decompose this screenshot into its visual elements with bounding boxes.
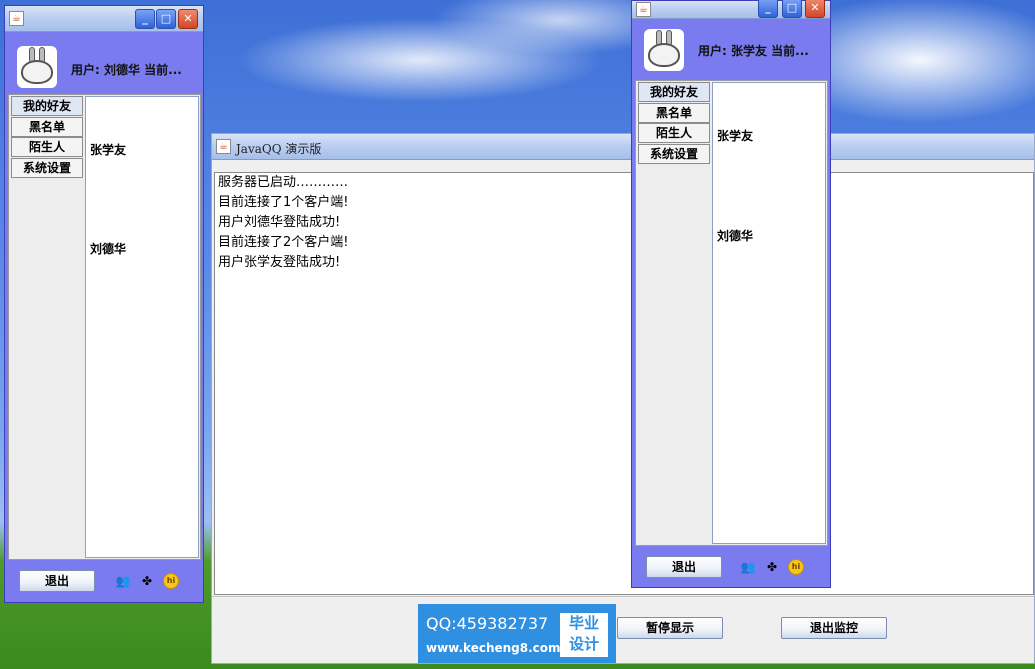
java-icon: ☕ (216, 139, 231, 154)
tab-blacklist[interactable]: 黑名单 (11, 117, 83, 137)
friend-list[interactable]: 张学友 刘德华 (85, 96, 199, 558)
tab-strangers[interactable]: 陌生人 (11, 137, 83, 157)
friend-item[interactable]: 刘德华 (717, 227, 753, 244)
log-line: 目前连接了1个客户端! (218, 195, 349, 210)
window-title: JavaQQ 演示版 (236, 142, 322, 156)
client-window-right: ☕ _ □ ✕ 用户: 张学友 当前... 我的好友 黑名单 陌生人 系统设置 … (631, 0, 831, 588)
puzzle-icon[interactable]: ✤ (764, 559, 780, 575)
puzzle-icon[interactable]: ✤ (139, 573, 155, 589)
client-titlebar[interactable]: ☕ _ □ ✕ (5, 6, 203, 32)
tab-panel: 我的好友 黑名单 陌生人 系统设置 张学友 刘德华 (635, 80, 828, 546)
badge-line: 毕业 (568, 614, 599, 632)
hi-icon[interactable]: hi (163, 573, 179, 589)
avatar (17, 46, 57, 88)
exit-button[interactable]: 退出 (19, 570, 95, 592)
close-button[interactable]: ✕ (178, 9, 198, 29)
log-line: 用户张学友登陆成功! (218, 255, 341, 270)
close-button[interactable]: ✕ (805, 0, 825, 18)
friend-item[interactable]: 张学友 (90, 141, 126, 158)
users-icon[interactable]: 👥 (115, 573, 131, 589)
maximize-button[interactable]: □ (782, 0, 802, 18)
log-line: 用户刘德华登陆成功! (218, 215, 341, 230)
watermark-banner: QQ:459382737 www.kecheng8.com 毕业 设计 (418, 604, 616, 663)
hi-icon[interactable]: hi (788, 559, 804, 575)
log-line: 服务器已启动………… (218, 175, 349, 190)
badge-line: 设计 (568, 635, 599, 653)
pause-display-button[interactable]: 暂停显示 (617, 617, 723, 639)
tab-settings[interactable]: 系统设置 (11, 158, 83, 178)
server-titlebar[interactable]: ☕ JavaQQ 演示版 (212, 134, 1034, 160)
server-window: ☕ JavaQQ 演示版 服务器已启动………… 目前连接了1个客户端! 用户刘德… (211, 133, 1035, 664)
tab-my-friends[interactable]: 我的好友 (638, 82, 710, 102)
minimize-button[interactable]: _ (135, 9, 155, 29)
server-footer: 暂停显示 退出监控 (212, 596, 1034, 663)
client-titlebar[interactable]: ☕ _ □ ✕ (632, 0, 830, 19)
log-line: 目前连接了2个客户端! (218, 235, 349, 250)
avatar (644, 29, 684, 71)
watermark-badge: 毕业 设计 (560, 613, 608, 657)
exit-button[interactable]: 退出 (646, 556, 722, 578)
watermark-url: www.kecheng8.com (426, 641, 561, 655)
tab-my-friends[interactable]: 我的好友 (11, 96, 83, 116)
tab-blacklist[interactable]: 黑名单 (638, 103, 710, 123)
user-header: 用户: 刘德华 当前... (5, 33, 203, 95)
user-label: 用户: 张学友 当前... (698, 44, 809, 58)
user-label: 用户: 刘德华 当前... (71, 63, 182, 77)
exit-monitor-button[interactable]: 退出监控 (781, 617, 887, 639)
friend-item[interactable]: 刘德华 (90, 240, 126, 257)
minimize-button[interactable]: _ (758, 0, 778, 18)
watermark-qq: QQ:459382737 (426, 614, 549, 633)
friend-item[interactable]: 张学友 (717, 127, 753, 144)
maximize-button[interactable]: □ (156, 9, 176, 29)
server-log[interactable]: 服务器已启动………… 目前连接了1个客户端! 用户刘德华登陆成功! 目前连接了2… (214, 172, 1034, 595)
tab-settings[interactable]: 系统设置 (638, 144, 710, 164)
user-header: 用户: 张学友 当前... (632, 20, 830, 80)
tab-panel: 我的好友 黑名单 陌生人 系统设置 张学友 刘德华 (8, 94, 201, 560)
friend-list[interactable]: 张学友 刘德华 (712, 82, 826, 544)
users-icon[interactable]: 👥 (740, 559, 756, 575)
client-window-left: ☕ _ □ ✕ 用户: 刘德华 当前... 我的好友 黑名单 陌生人 系统设置 … (4, 5, 204, 603)
tab-strangers[interactable]: 陌生人 (638, 123, 710, 143)
java-icon: ☕ (9, 11, 24, 26)
java-icon: ☕ (636, 2, 651, 17)
